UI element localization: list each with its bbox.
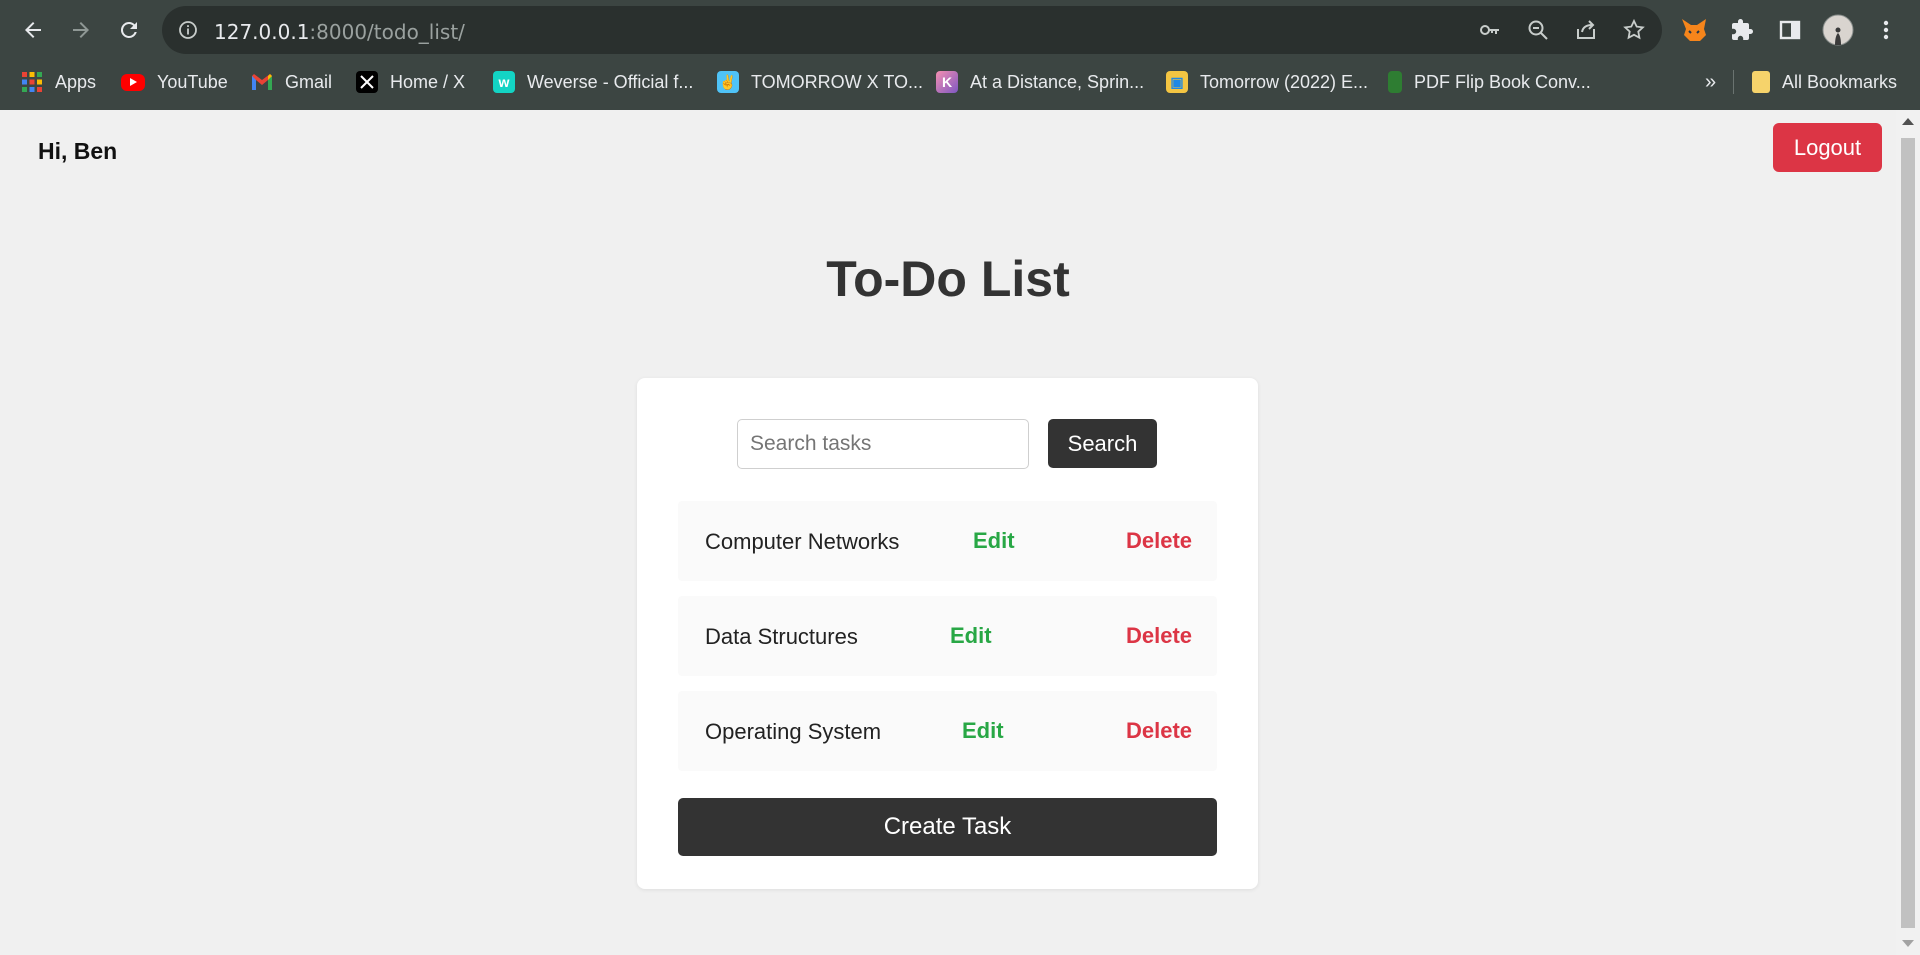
page-scrollbar[interactable] <box>1896 110 1920 955</box>
create-task-button[interactable]: Create Task <box>678 798 1217 856</box>
forward-button[interactable] <box>61 10 101 50</box>
bookmark-label: YouTube <box>157 71 228 92</box>
apps-grid-icon <box>21 71 43 93</box>
task-item: Computer Networks Edit Delete <box>678 501 1217 581</box>
key-icon[interactable] <box>1478 18 1502 42</box>
url-host: 127.0.0.1 <box>214 20 310 44</box>
folder-icon <box>1752 71 1770 93</box>
browser-chrome: 127.0.0.1:8000/todo_list/ Apps YouTube G… <box>0 0 1920 110</box>
chevron-double-right-icon: » <box>1705 70 1717 93</box>
delete-link[interactable]: Delete <box>1126 718 1192 744</box>
logout-button[interactable]: Logout <box>1773 123 1882 172</box>
all-bookmarks-button[interactable]: All Bookmarks <box>1752 68 1897 96</box>
edit-link[interactable]: Edit <box>962 718 1004 744</box>
scroll-thumb[interactable] <box>1901 138 1915 928</box>
youtube-icon <box>121 73 145 91</box>
bookmark-weverse[interactable]: w Weverse - Official f... <box>493 68 693 96</box>
url-text[interactable]: 127.0.0.1:8000/todo_list/ <box>214 20 465 44</box>
book-icon <box>1388 71 1402 93</box>
bookmark-label: PDF Flip Book Conv... <box>1414 71 1591 92</box>
reload-button[interactable] <box>109 10 149 50</box>
weverse-icon: w <box>493 71 515 93</box>
back-button[interactable] <box>13 10 53 50</box>
bookmark-label: Apps <box>55 71 97 92</box>
user-greeting: Hi, Ben <box>38 138 118 164</box>
address-bar[interactable]: 127.0.0.1:8000/todo_list/ <box>162 6 1662 54</box>
bookmark-label: Weverse - Official f... <box>527 71 694 92</box>
edit-link[interactable]: Edit <box>950 623 992 649</box>
task-name: Operating System <box>705 719 882 744</box>
toolbar: 127.0.0.1:8000/todo_list/ <box>0 0 1920 60</box>
zoom-out-icon[interactable] <box>1526 18 1550 42</box>
page-content: Hi, Ben Logout To-Do List Search Compute… <box>0 110 1896 955</box>
edit-link[interactable]: Edit <box>973 528 1015 554</box>
bookmark-youtube[interactable]: YouTube <box>121 68 228 96</box>
bookmark-label: TOMORROW X TO... <box>751 71 924 92</box>
bookmark-pdf-flip-book[interactable]: PDF Flip Book Conv... <box>1388 68 1591 96</box>
side-panel-icon[interactable] <box>1772 12 1808 48</box>
bookmark-label: Home / X <box>390 71 466 92</box>
bookmark-txt[interactable]: ✌ TOMORROW X TO... <box>717 68 923 96</box>
metamask-fox-icon[interactable] <box>1676 12 1712 48</box>
task-name: Data Structures <box>705 624 858 649</box>
bookmark-apps[interactable]: Apps <box>21 68 96 96</box>
bookmark-x[interactable]: Home / X <box>356 68 465 96</box>
search-input[interactable] <box>737 419 1029 469</box>
gmail-icon <box>251 71 273 93</box>
reload-icon <box>120 21 137 38</box>
delete-link[interactable]: Delete <box>1126 623 1192 649</box>
search-button[interactable]: Search <box>1048 419 1157 468</box>
bookmark-gmail[interactable]: Gmail <box>251 68 332 96</box>
task-name: Computer Networks <box>705 529 900 554</box>
task-item: Operating System Edit Delete <box>678 691 1217 771</box>
bookmark-at-a-distance[interactable]: K At a Distance, Sprin... <box>936 68 1144 96</box>
bookmarks-divider <box>1733 70 1734 94</box>
arrow-left-icon <box>25 22 41 38</box>
txt-icon: ✌ <box>717 71 739 93</box>
scroll-down-arrow-icon[interactable] <box>1902 940 1914 947</box>
share-icon[interactable] <box>1574 18 1598 42</box>
bookmark-tomorrow-2022[interactable]: ▣ Tomorrow (2022) E... <box>1166 68 1368 96</box>
page-title: To-Do List <box>826 251 1070 307</box>
bookmarks-overflow-button[interactable]: » <box>1705 68 1716 96</box>
extensions-puzzle-icon[interactable] <box>1724 12 1760 48</box>
delete-link[interactable]: Delete <box>1126 528 1192 554</box>
bookmark-label: At a Distance, Sprin... <box>970 71 1145 92</box>
scroll-up-arrow-icon[interactable] <box>1902 118 1914 125</box>
bookmark-label: Tomorrow (2022) E... <box>1200 71 1369 92</box>
tomorrow-icon: ▣ <box>1166 71 1188 93</box>
task-item: Data Structures Edit Delete <box>678 596 1217 676</box>
more-vert-icon[interactable] <box>1868 12 1904 48</box>
url-path: :8000/todo_list/ <box>309 20 465 44</box>
bookmarks-bar: Apps YouTube Gmail Home / X w Weverse - … <box>0 64 1920 100</box>
todo-card: Search Computer Networks Edit Delete Dat… <box>637 378 1258 889</box>
x-icon <box>356 71 378 93</box>
all-bookmarks-label: All Bookmarks <box>1782 71 1898 92</box>
info-icon[interactable] <box>176 18 200 42</box>
bookmark-label: Gmail <box>285 71 333 92</box>
k-icon: K <box>936 71 958 93</box>
arrow-right-icon <box>73 22 89 38</box>
profile-avatar[interactable] <box>1820 12 1856 48</box>
star-icon[interactable] <box>1622 18 1646 42</box>
